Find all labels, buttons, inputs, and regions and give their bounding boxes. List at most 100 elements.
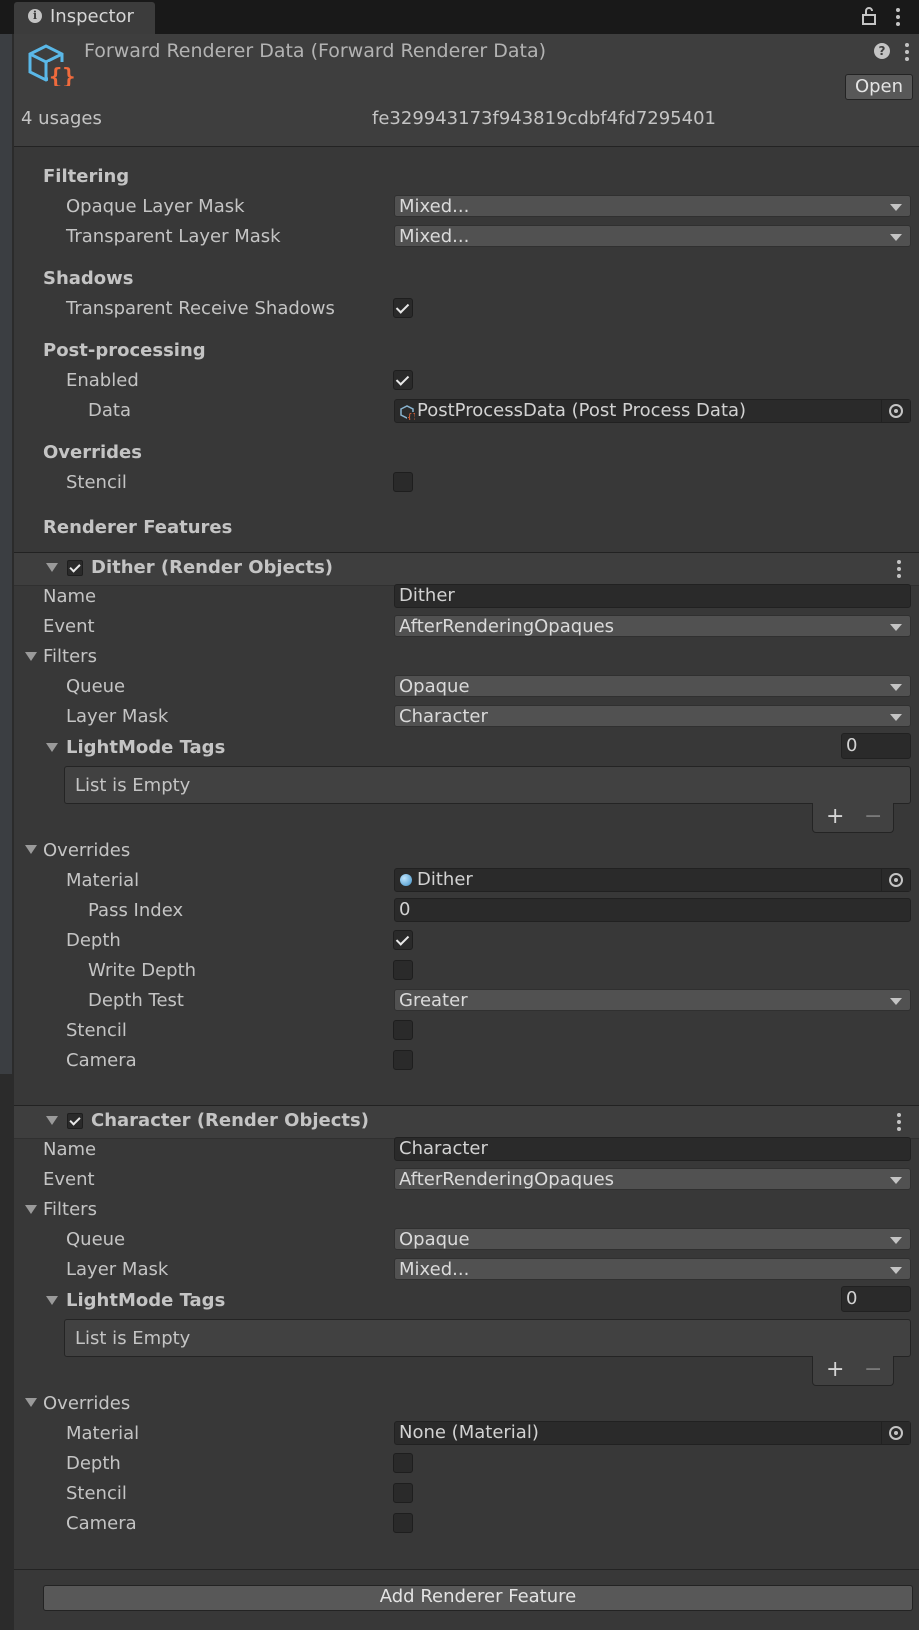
add-renderer-feature-button[interactable]: Add Renderer Feature: [43, 1585, 913, 1611]
post-processing-data-label: Data: [88, 400, 131, 421]
filtering-header: Filtering: [43, 166, 130, 187]
feature-menu-icon[interactable]: [897, 1113, 901, 1131]
dropdown-arrow-icon: [890, 1177, 902, 1184]
feature-overrides-foldout-label[interactable]: Overrides: [43, 840, 130, 861]
depth-checkbox[interactable]: [393, 1453, 413, 1473]
material-sphere-icon: [400, 874, 412, 886]
feature-stencil-checkbox[interactable]: [393, 1483, 413, 1503]
foldout-arrow-icon[interactable]: [25, 1205, 37, 1214]
post-processing-data-field[interactable]: {} PostProcessData (Post Process Data): [394, 399, 911, 423]
transparent-layer-mask-value: Mixed...: [399, 226, 470, 247]
feature-event-label: Event: [43, 1169, 95, 1190]
material-value: Dither: [417, 869, 473, 890]
usages-count: 4 usages: [21, 108, 102, 129]
list-remove-button[interactable]: −: [864, 1357, 882, 1382]
queue-value: Opaque: [399, 1229, 470, 1250]
transparent-layer-mask-label: Transparent Layer Mask: [66, 226, 281, 247]
lightmode-tags-count-input[interactable]: 0: [841, 733, 911, 759]
filters-foldout-label[interactable]: Filters: [43, 646, 97, 667]
feature-stencil-label: Stencil: [66, 1483, 127, 1504]
left-panel-edge: [0, 34, 14, 1630]
queue-label: Queue: [66, 676, 126, 697]
layer-mask-label: Layer Mask: [66, 706, 169, 727]
feature-menu-icon[interactable]: [897, 560, 901, 578]
foldout-arrow-icon[interactable]: [25, 845, 37, 854]
layer-mask-value: Mixed...: [399, 1259, 470, 1280]
feature-name-input[interactable]: Character: [394, 1137, 911, 1161]
foldout-arrow-icon[interactable]: [25, 652, 37, 661]
overrides-header: Overrides: [43, 442, 142, 463]
list-add-button[interactable]: +: [826, 804, 844, 829]
feature-stencil-checkbox[interactable]: [393, 1020, 413, 1040]
depth-test-value: Greater: [399, 990, 468, 1011]
post-processing-header: Post-processing: [43, 340, 206, 361]
asset-title: Forward Renderer Data (Forward Renderer …: [84, 40, 547, 62]
foldout-arrow-icon[interactable]: [46, 743, 58, 752]
transparent-layer-mask-dropdown[interactable]: Mixed...: [394, 225, 911, 247]
queue-dropdown[interactable]: Opaque: [394, 675, 911, 697]
material-field[interactable]: Dither: [394, 868, 911, 892]
feature-stencil-label: Stencil: [66, 1020, 127, 1041]
lightmode-tags-list: [64, 1319, 911, 1357]
foldout-arrow-icon[interactable]: [46, 1116, 58, 1125]
renderer-data-asset-icon: {}: [28, 44, 74, 86]
dropdown-arrow-icon: [890, 204, 902, 211]
material-label: Material: [66, 870, 140, 891]
lightmode-tags-label[interactable]: LightMode Tags: [66, 737, 225, 758]
feature-enabled-checkbox[interactable]: [67, 560, 83, 576]
opaque-layer-mask-value: Mixed...: [399, 196, 470, 217]
layer-mask-value: Character: [399, 706, 488, 727]
queue-dropdown[interactable]: Opaque: [394, 1228, 911, 1250]
transparent-receive-shadows-label: Transparent Receive Shadows: [66, 298, 335, 319]
layer-mask-dropdown[interactable]: Mixed...: [394, 1258, 911, 1280]
lightmode-tags-label[interactable]: LightMode Tags: [66, 1290, 225, 1311]
dropdown-arrow-icon: [890, 1267, 902, 1274]
feature-enabled-checkbox[interactable]: [67, 1113, 83, 1129]
list-remove-button[interactable]: −: [864, 804, 882, 829]
object-picker-icon[interactable]: [881, 1422, 910, 1444]
layer-mask-dropdown[interactable]: Character: [394, 705, 911, 727]
post-processing-enabled-label: Enabled: [66, 370, 139, 391]
feature-overrides-foldout-label[interactable]: Overrides: [43, 1393, 130, 1414]
transparent-receive-shadows-checkbox[interactable]: [393, 298, 413, 318]
write-depth-checkbox[interactable]: [393, 960, 413, 980]
feature-title: Dither (Render Objects): [91, 557, 334, 578]
lightmode-tags-count-input[interactable]: 0: [841, 1286, 911, 1312]
foldout-arrow-icon[interactable]: [46, 1296, 58, 1305]
window-menu-icon[interactable]: [896, 8, 900, 26]
depth-test-dropdown[interactable]: Greater: [394, 989, 911, 1011]
overrides-stencil-label: Stencil: [66, 472, 127, 493]
filters-foldout-label[interactable]: Filters: [43, 1199, 97, 1220]
material-field[interactable]: None (Material): [394, 1421, 911, 1445]
overrides-stencil-checkbox[interactable]: [393, 472, 413, 492]
post-processing-data-value: PostProcessData (Post Process Data): [417, 400, 747, 421]
svg-text:{}: {}: [49, 65, 74, 86]
foldout-arrow-icon[interactable]: [46, 563, 58, 572]
open-button[interactable]: Open: [845, 74, 913, 100]
feature-name-input[interactable]: Dither: [394, 584, 911, 608]
queue-label: Queue: [66, 1229, 126, 1250]
post-processing-enabled-checkbox[interactable]: [393, 370, 413, 390]
lock-icon[interactable]: [862, 7, 876, 25]
help-icon[interactable]: ?: [874, 43, 890, 59]
opaque-layer-mask-dropdown[interactable]: Mixed...: [394, 195, 911, 217]
feature-event-label: Event: [43, 616, 95, 637]
object-picker-icon[interactable]: [881, 869, 910, 891]
tab-label: Inspector: [50, 6, 134, 27]
foldout-arrow-icon[interactable]: [25, 1398, 37, 1407]
feature-event-value: AfterRenderingOpaques: [399, 616, 615, 637]
feature-event-dropdown[interactable]: AfterRenderingOpaques: [394, 615, 911, 637]
lightmode-tags-list: [64, 766, 911, 804]
pass-index-input[interactable]: 0: [394, 898, 911, 922]
feature-event-dropdown[interactable]: AfterRenderingOpaques: [394, 1168, 911, 1190]
list-add-button[interactable]: +: [826, 1357, 844, 1382]
camera-checkbox[interactable]: [393, 1050, 413, 1070]
camera-label: Camera: [66, 1513, 137, 1534]
depth-checkbox[interactable]: [393, 930, 413, 950]
camera-checkbox[interactable]: [393, 1513, 413, 1533]
dropdown-arrow-icon: [890, 714, 902, 721]
object-picker-icon[interactable]: [881, 400, 910, 422]
dropdown-arrow-icon: [890, 1237, 902, 1244]
shadows-header: Shadows: [43, 268, 134, 289]
header-menu-icon[interactable]: [905, 43, 909, 61]
